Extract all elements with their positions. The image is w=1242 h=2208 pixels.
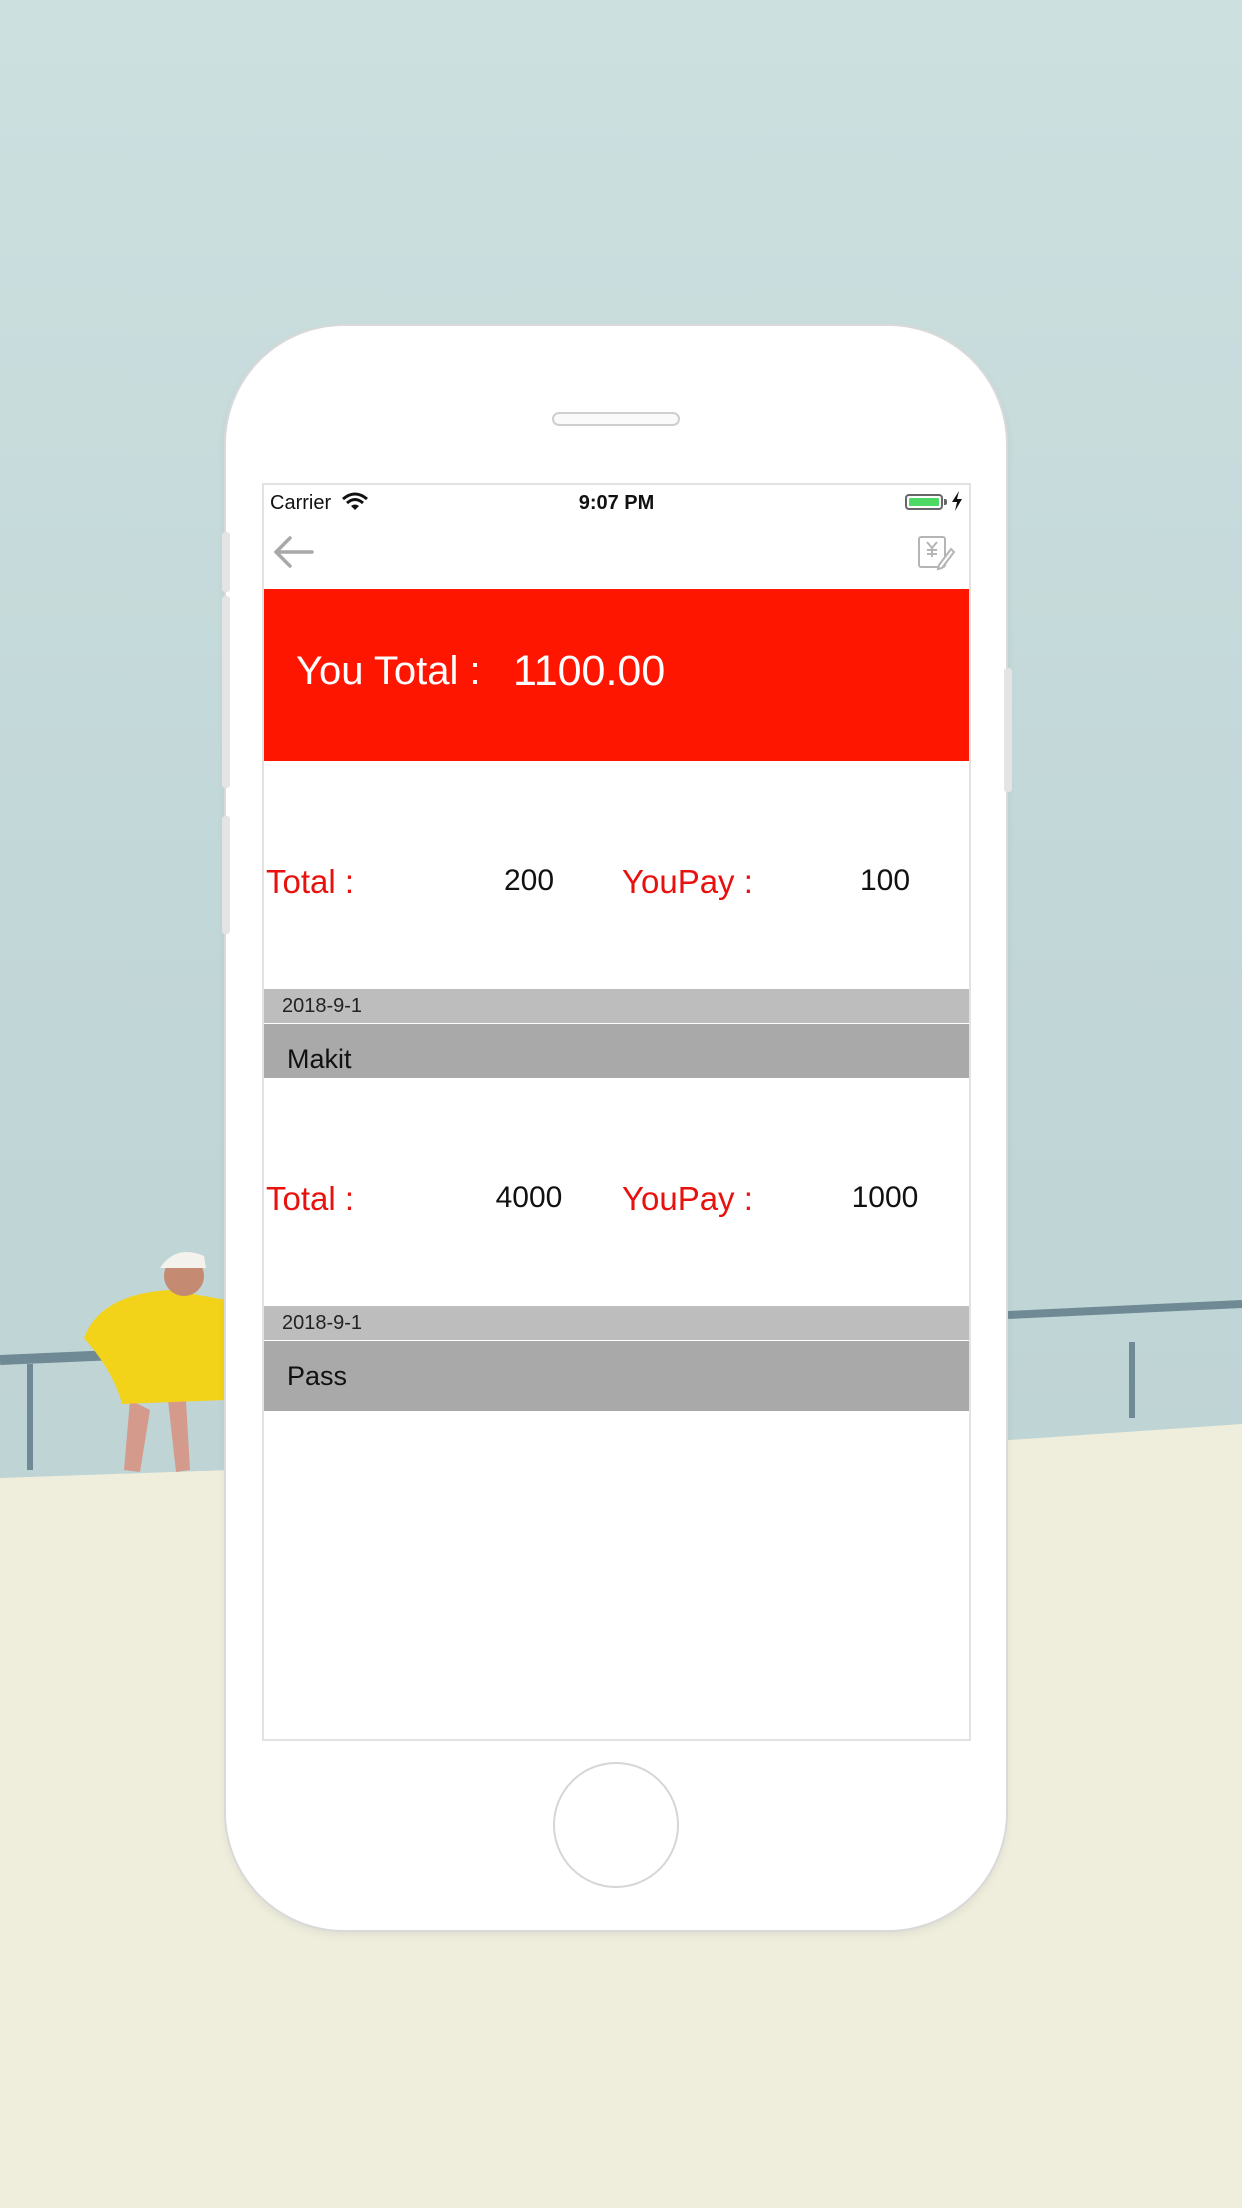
- home-button[interactable]: [553, 1762, 679, 1888]
- phone-volume-down: [222, 816, 230, 934]
- total-label: You Total :: [296, 649, 481, 693]
- nav-bar: [264, 521, 969, 589]
- total-banner: You Total : 1100.00: [264, 589, 969, 761]
- battery-icon: [905, 494, 943, 510]
- record-stats: Total : 4000 YouPay : 1000: [264, 1078, 969, 1306]
- record-youpay-label: YouPay :: [622, 863, 753, 900]
- phone-volume-up: [222, 596, 230, 788]
- record-youpay-label: YouPay :: [622, 1180, 753, 1217]
- record-youpay-value: 100: [859, 864, 911, 897]
- status-bar: Carrier 9:07 PM: [264, 485, 969, 521]
- total-value: 1100.00: [513, 647, 666, 695]
- record-total-value: 200: [503, 864, 555, 897]
- record-youpay-value: 1000: [851, 1181, 919, 1214]
- yen-edit-icon[interactable]: [917, 535, 955, 571]
- record-stats: Total : 200 YouPay : 100: [264, 761, 969, 989]
- record-name: Pass: [264, 1341, 969, 1411]
- phone-mute-switch: [222, 532, 230, 592]
- app-screen: Carrier 9:07 PM You Total : 1100.00 Tota…: [262, 483, 971, 1741]
- record-date: 2018-9-1: [264, 989, 969, 1023]
- phone-speaker: [552, 412, 680, 426]
- phone-power-button: [1004, 668, 1012, 792]
- record-total-label: Total :: [266, 1180, 355, 1217]
- status-time: 9:07 PM: [578, 492, 655, 514]
- back-arrow-icon[interactable]: [272, 535, 314, 569]
- battery-nub: [944, 499, 947, 505]
- record-date: 2018-9-1: [264, 1306, 969, 1340]
- record-total-label: Total :: [266, 863, 355, 900]
- charging-bolt-icon: [952, 491, 962, 511]
- record-total-value: 4000: [495, 1181, 563, 1214]
